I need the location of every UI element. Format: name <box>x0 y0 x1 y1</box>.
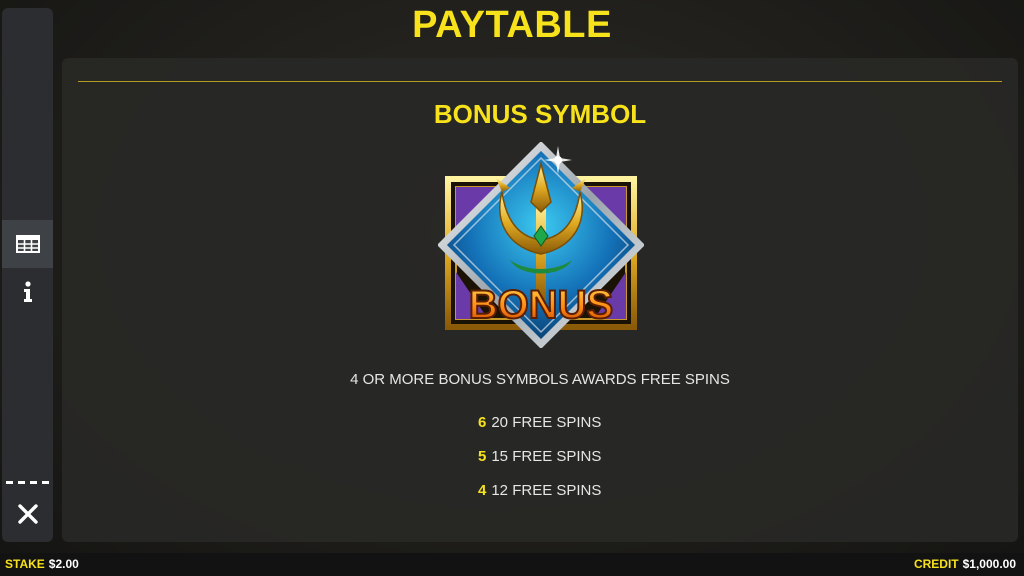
info-icon <box>23 281 32 302</box>
menu-divider <box>6 481 52 484</box>
credit-value: $1,000.00 <box>962 557 1016 571</box>
payout-row: 6 20 FREE SPINS <box>478 414 601 431</box>
paytable-tab-button[interactable] <box>2 220 53 268</box>
trident-bonus-icon: BONUS <box>438 142 644 348</box>
payout-row: 5 15 FREE SPINS <box>478 448 601 465</box>
stake-display: STAKE $2.00 <box>5 557 79 571</box>
info-tab-button[interactable] <box>2 268 53 316</box>
game-screen: PAYTABLE BONUS SYMBOL BONUS 4 OR MORE BO… <box>0 0 1024 576</box>
close-icon <box>17 504 38 524</box>
credit-label: CREDIT <box>913 557 959 571</box>
payout-row: 4 12 FREE SPINS <box>478 482 601 499</box>
symbol-count: 5 <box>478 448 487 465</box>
payout-reward: 20 FREE SPINS <box>491 414 602 431</box>
payout-reward: 15 FREE SPINS <box>491 448 602 465</box>
symbol-count: 6 <box>478 414 487 431</box>
stake-value: $2.00 <box>48 557 79 571</box>
side-menu <box>2 8 53 542</box>
stake-label: STAKE <box>5 557 45 571</box>
credit-display: CREDIT $1,000.00 <box>914 557 1016 571</box>
section-title: BONUS SYMBOL <box>433 99 647 129</box>
table-icon <box>15 235 40 253</box>
status-bar: STAKE $2.00 CREDIT $1,000.00 <box>0 553 1024 576</box>
close-button[interactable] <box>2 490 53 538</box>
divider-line <box>78 81 1002 82</box>
bonus-description: 4 OR MORE BONUS SYMBOLS AWARDS FREE SPIN… <box>350 371 730 388</box>
bonus-symbol-label: BONUS <box>469 283 613 327</box>
page-title: PAYTABLE <box>412 4 612 46</box>
symbol-count: 4 <box>478 482 487 499</box>
payout-reward: 12 FREE SPINS <box>491 482 602 499</box>
paytable-panel: BONUS SYMBOL BONUS 4 OR MORE BONUS SYMBO… <box>62 58 1018 542</box>
